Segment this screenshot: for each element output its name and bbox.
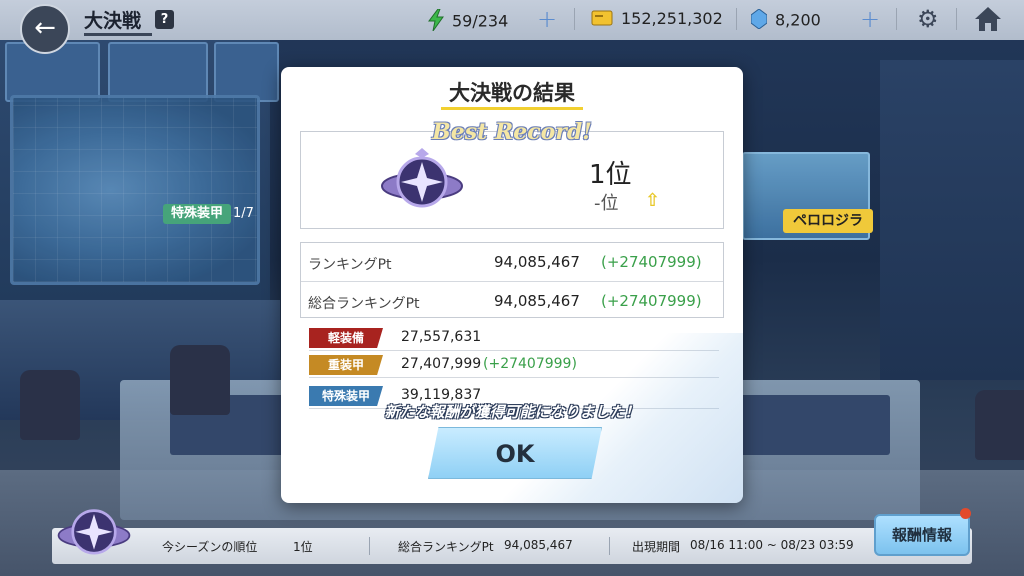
gems-value: 8,200	[775, 10, 821, 30]
right-wall	[880, 60, 1024, 380]
category-row: 軽装備 27,557,631	[309, 325, 719, 351]
points-label: ランキングPt	[308, 257, 392, 273]
new-reward-notice: 新たな報酬が獲得可能になりました！	[384, 403, 640, 421]
rank-box: 1位 -位 ⇧	[300, 131, 724, 229]
bg-boss-name: ペロロジラ	[783, 209, 873, 233]
category-delta: (+27407999)	[483, 356, 577, 372]
help-button[interactable]: ?	[155, 10, 174, 29]
season-rank-label: 今シーズンの順位	[162, 540, 258, 554]
divider	[956, 8, 957, 30]
category-value: 27,557,631	[401, 329, 482, 345]
back-button[interactable]: ←	[20, 4, 70, 54]
title-underline	[84, 33, 152, 36]
category-badge-heavy: 重装甲	[309, 355, 383, 375]
credits-display: 152,251,302	[591, 9, 723, 30]
divider	[369, 537, 370, 555]
chair	[20, 370, 80, 440]
season-emblem-icon	[54, 500, 134, 566]
credits-value: 152,251,302	[621, 9, 723, 28]
top-monitor	[214, 42, 279, 102]
points-box: ランキングPt 94,085,467 (+27407999) 総合ランキングPt…	[300, 242, 724, 318]
gems-display: 8,200	[750, 8, 821, 33]
bottom-bar: 今シーズンの順位 1位 総合ランキングPt 94,085,467 出現期間 08…	[52, 528, 972, 564]
total-pt-value: 94,085,467	[504, 538, 573, 552]
category-badge-light: 軽装備	[309, 328, 383, 348]
season-rank-value: 1位	[293, 540, 313, 554]
category-row: 重装甲 27,407,999 (+27407999)	[309, 352, 719, 378]
divider	[574, 8, 575, 30]
result-dialog: 大決戦の結果 1位 -位 ⇧ Best Record! ランキングPt 94,0…	[281, 67, 743, 503]
dialog-title: 大決戦の結果	[449, 81, 575, 105]
period-value: 08/16 11:00 ~ 08/23 03:59	[690, 538, 854, 552]
points-delta: (+27407999)	[601, 253, 702, 271]
current-rank: 1位	[589, 160, 632, 190]
category-value: 27,407,999	[401, 356, 482, 372]
points-value: 94,085,467	[494, 292, 580, 310]
lightning-icon	[428, 8, 444, 35]
title-underline	[441, 107, 583, 110]
bg-ticket-count: 1/7	[233, 206, 254, 221]
stamina-value: 59/234	[452, 11, 509, 31]
points-row: ランキングPt 94,085,467 (+27407999)	[301, 243, 723, 281]
points-delta: (+27407999)	[601, 292, 702, 310]
previous-rank: -位	[594, 193, 619, 214]
points-value: 94,085,467	[494, 253, 580, 271]
map-screen	[10, 95, 260, 285]
period-label: 出現期間	[632, 540, 681, 554]
top-bar: 大決戦 ? 59/234 + 152,251,302 8,200 + ⚙	[0, 0, 1024, 40]
points-row: 総合ランキングPt 94,085,467 (+27407999)	[301, 281, 723, 319]
add-stamina-button[interactable]: +	[537, 5, 557, 33]
credit-card-icon	[591, 10, 613, 30]
divider	[736, 8, 737, 30]
page-title: 大決戦	[84, 10, 142, 32]
divider	[609, 537, 610, 555]
bg-armor-tag: 特殊装甲	[163, 204, 232, 224]
top-monitor	[108, 42, 208, 102]
notification-dot	[960, 508, 971, 519]
ok-button[interactable]: OK	[428, 427, 602, 479]
add-gems-button[interactable]: +	[860, 5, 880, 33]
chair	[170, 345, 230, 415]
reward-info-button[interactable]: 報酬情報	[874, 514, 970, 556]
points-label: 総合ランキングPt	[308, 296, 420, 312]
divider	[896, 8, 897, 30]
rank-up-arrow-icon: ⇧	[645, 190, 661, 211]
chair	[975, 390, 1024, 460]
gem-icon	[750, 8, 768, 33]
rank-emblem-icon	[377, 146, 467, 220]
home-icon[interactable]	[973, 4, 1003, 38]
total-pt-label: 総合ランキングPt	[398, 540, 494, 554]
stamina-display: 59/234	[428, 8, 509, 35]
gear-icon[interactable]: ⚙	[917, 5, 939, 33]
best-record-banner: Best Record!	[432, 119, 592, 145]
